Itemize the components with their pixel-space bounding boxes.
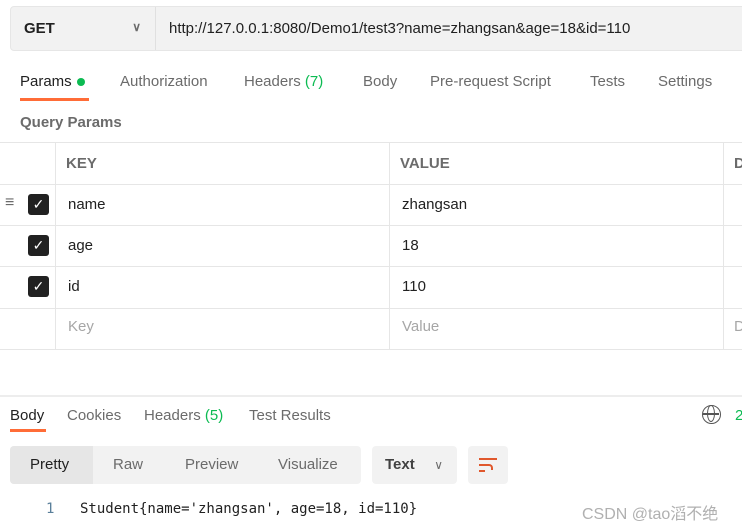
view-raw[interactable]: Raw	[93, 446, 165, 484]
param-value[interactable]: 18	[402, 237, 419, 254]
method-select[interactable]: GET ∨	[11, 7, 156, 50]
active-tab-underline	[10, 429, 46, 432]
column-key: KEY	[66, 155, 97, 172]
tab-headers[interactable]: Headers (7)	[244, 73, 323, 90]
format-dropdown[interactable]: Text ∨	[372, 446, 457, 484]
chevron-down-icon: ∨	[132, 20, 141, 34]
new-description-input[interactable]: D	[734, 318, 742, 335]
param-value[interactable]: 110	[402, 278, 426, 295]
tab-authorization[interactable]: Authorization	[120, 73, 208, 90]
wrap-icon	[479, 458, 497, 460]
response-tab-cookies[interactable]: Cookies	[67, 407, 121, 424]
chevron-down-icon: ∨	[434, 458, 443, 472]
param-key[interactable]: id	[68, 278, 80, 295]
query-params-title: Query Params	[20, 114, 122, 131]
watermark: CSDN @tao滔不绝	[582, 506, 719, 523]
status-code: 2	[735, 407, 742, 424]
url-bar: GET ∨ http://127.0.0.1:8080/Demo1/test3?n…	[10, 6, 742, 51]
checkbox-name[interactable]: ✓	[28, 194, 49, 215]
active-dot-icon	[76, 78, 85, 87]
method-label: GET	[24, 20, 55, 37]
response-body: Student{name='zhangsan', age=18, id=110}	[80, 501, 418, 517]
new-value-input[interactable]: Value	[402, 318, 439, 335]
drag-handle-icon[interactable]: ≡	[5, 194, 14, 212]
param-value[interactable]: zhangsan	[402, 196, 467, 213]
new-key-input[interactable]: Key	[68, 318, 94, 335]
checkbox-age[interactable]: ✓	[28, 235, 49, 256]
response-tab-body[interactable]: Body	[10, 407, 44, 424]
checkbox-id[interactable]: ✓	[28, 276, 49, 297]
tab-settings[interactable]: Settings	[658, 73, 712, 90]
view-pretty[interactable]: Pretty	[10, 446, 93, 484]
tab-body[interactable]: Body	[363, 73, 397, 90]
tab-tests[interactable]: Tests	[590, 73, 625, 90]
param-key[interactable]: name	[68, 196, 106, 213]
view-mode-selector: Pretty Raw Preview Visualize	[10, 446, 361, 484]
tab-pre-request-script[interactable]: Pre-request Script	[430, 73, 551, 90]
column-value: VALUE	[400, 155, 450, 172]
active-tab-underline	[20, 98, 89, 101]
response-tab-headers[interactable]: Headers (5)	[144, 407, 223, 424]
tab-params[interactable]: Params	[20, 73, 85, 90]
param-key[interactable]: age	[68, 237, 93, 254]
response-tab-test-results[interactable]: Test Results	[249, 407, 331, 424]
view-preview[interactable]: Preview	[165, 446, 258, 484]
view-visualize[interactable]: Visualize	[258, 446, 361, 484]
line-number: 1	[46, 501, 55, 517]
url-input[interactable]: http://127.0.0.1:8080/Demo1/test3?name=z…	[169, 7, 630, 50]
globe-icon[interactable]	[702, 405, 721, 424]
column-description: D	[734, 155, 742, 172]
wrap-lines-button[interactable]	[468, 446, 508, 484]
